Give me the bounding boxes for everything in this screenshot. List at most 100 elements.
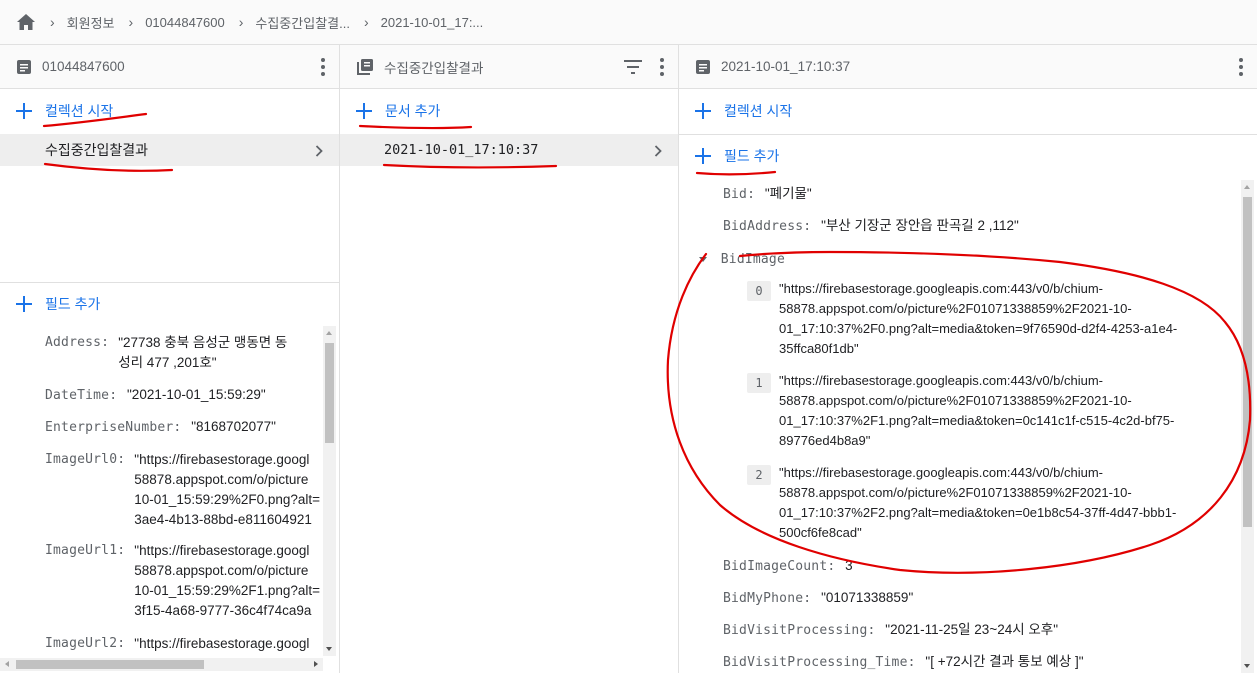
scrollbar-thumb[interactable] xyxy=(16,660,204,669)
scroll-right-arrow[interactable] xyxy=(314,661,318,667)
vertical-scrollbar[interactable] xyxy=(1241,180,1254,673)
field-row: Address: "27738 충북 음성군 맹동면 동 성리 477 ,201… xyxy=(45,333,325,373)
scrollbar-thumb[interactable] xyxy=(325,343,334,443)
field-value: "2021-10-01_15:59:29" xyxy=(127,387,266,402)
add-field-button[interactable]: 필드 추가 xyxy=(0,282,339,326)
panel-header: 수집중간입찰결과 xyxy=(340,45,678,89)
scroll-left-arrow[interactable] xyxy=(5,661,9,667)
plus-icon xyxy=(356,103,372,119)
more-options-icon[interactable] xyxy=(660,58,664,76)
field-row: ImageUrl0: "https://firebasestorage.goog… xyxy=(45,450,325,530)
panel-title: 01044847600 xyxy=(42,59,125,74)
chevron-right-icon: › xyxy=(363,14,369,30)
array-item-value: "https://firebasestorage.googleapis.com:… xyxy=(779,281,1178,356)
scroll-down-arrow[interactable] xyxy=(1244,664,1250,668)
field-key: BidMyPhone: xyxy=(723,591,812,606)
field-value: "8168702077" xyxy=(191,419,276,434)
field-key: BidVisitProcessing_Time: xyxy=(723,655,916,670)
add-document-label: 문서 추가 xyxy=(385,103,441,119)
field-value: "https://firebasestorage.googl xyxy=(134,636,310,651)
field-row: ImageUrl1: "https://firebasestorage.goog… xyxy=(45,541,325,621)
breadcrumb-item[interactable]: 회원정보 xyxy=(67,13,115,32)
start-collection-label: 컬렉션 시작 xyxy=(724,103,793,119)
field-row: DateTime: "2021-10-01_15:59:29" xyxy=(45,385,325,406)
field-key: DateTime: xyxy=(45,388,118,403)
panel-header: 01044847600 xyxy=(0,45,339,89)
field-key: EnterpriseNumber: xyxy=(45,420,182,435)
array-item-value: "https://firebasestorage.googleapis.com:… xyxy=(779,373,1175,448)
collection-item[interactable]: 수집중간입찰결과 xyxy=(0,134,339,166)
chevron-right-icon: › xyxy=(238,14,244,30)
add-field-button[interactable]: 필드 추가 xyxy=(679,134,1257,178)
collapse-triangle-icon[interactable] xyxy=(699,256,707,262)
field-key: Bid: xyxy=(723,187,756,202)
chevron-right-icon xyxy=(654,144,662,160)
add-field-label: 필드 추가 xyxy=(45,296,101,312)
start-collection-button[interactable]: 컬렉션 시작 xyxy=(0,89,339,133)
field-row: BidAddress: "부산 기장군 장안읍 판곡길 2 ,112" xyxy=(723,216,1019,237)
start-collection-button[interactable]: 컬렉션 시작 xyxy=(679,89,1257,133)
array-field-row[interactable]: BidImage xyxy=(699,249,785,270)
array-item-value: "https://firebasestorage.googleapis.com:… xyxy=(779,465,1177,540)
collection-item-label: 수집중간입찰결과 xyxy=(45,142,149,158)
scroll-up-arrow[interactable] xyxy=(1244,185,1250,189)
field-value: "부산 기장군 장안읍 판곡길 2 ,112" xyxy=(821,218,1019,233)
more-options-icon[interactable] xyxy=(321,58,325,76)
field-key: BidAddress: xyxy=(723,219,812,234)
breadcrumb-item[interactable]: 01044847600 xyxy=(145,15,225,30)
field-value: "27738 충북 음성군 맹동면 동 성리 477 ,201호" xyxy=(118,335,288,370)
field-key: BidVisitProcessing: xyxy=(723,623,876,638)
field-row: Bid: "폐기물" xyxy=(723,184,812,205)
document-icon xyxy=(16,59,32,75)
document-panel-detail: 2021-10-01_17:10:37 컬렉션 시작 필드 추가 Bid: "폐… xyxy=(679,45,1257,673)
collection-panel: 수집중간입찰결과 문서 추가 2021-10-01_17:10:37 xyxy=(340,45,679,673)
chevron-right-icon: › xyxy=(128,14,134,30)
field-key: ImageUrl2: xyxy=(45,636,126,651)
breadcrumb: › 회원정보 › 01044847600 › 수집중간입찰결... › 2021… xyxy=(0,0,1257,45)
scrollbar-thumb[interactable] xyxy=(1243,197,1252,527)
panel-header: 2021-10-01_17:10:37 xyxy=(679,45,1257,89)
filter-icon[interactable] xyxy=(624,60,642,77)
array-index-badge: 2 xyxy=(747,465,771,485)
plus-icon xyxy=(695,148,711,164)
horizontal-scrollbar[interactable] xyxy=(0,658,323,671)
document-item-label: 2021-10-01_17:10:37 xyxy=(384,142,539,158)
home-icon[interactable] xyxy=(16,13,36,31)
field-value: "폐기물" xyxy=(764,186,812,201)
document-panel-user: 01044847600 컬렉션 시작 수집중간입찰결과 필드 추가 Addres… xyxy=(0,45,340,673)
plus-icon xyxy=(695,103,711,119)
add-document-button[interactable]: 문서 추가 xyxy=(340,89,678,133)
breadcrumb-item[interactable]: 수집중간입찰결... xyxy=(255,13,350,32)
field-key: BidImage xyxy=(720,252,785,267)
scroll-down-arrow[interactable] xyxy=(326,647,332,651)
scroll-up-arrow[interactable] xyxy=(326,331,332,335)
field-row: BidImageCount: 3 xyxy=(723,556,853,577)
field-key: Address: xyxy=(45,335,110,350)
add-field-label: 필드 추가 xyxy=(724,148,780,164)
array-index-badge: 0 xyxy=(747,281,771,301)
field-key: ImageUrl0: xyxy=(45,452,126,467)
start-collection-label: 컬렉션 시작 xyxy=(45,103,114,119)
field-row: ImageUrl2: "https://firebasestorage.goog… xyxy=(45,634,325,654)
field-value: "https://firebasestorage.googl 58878.app… xyxy=(134,543,321,618)
field-value: "[ +72시간 결과 통보 예상 ]" xyxy=(925,654,1084,669)
field-key: BidImageCount: xyxy=(723,559,836,574)
document-item[interactable]: 2021-10-01_17:10:37 xyxy=(340,134,678,166)
field-key: ImageUrl1: xyxy=(45,543,126,558)
plus-icon xyxy=(16,103,32,119)
array-index-badge: 1 xyxy=(747,373,771,393)
panel-title: 2021-10-01_17:10:37 xyxy=(721,59,851,74)
breadcrumb-item[interactable]: 2021-10-01_17:... xyxy=(381,15,484,30)
field-row: BidVisitProcessing_Time: "[ +72시간 결과 통보 … xyxy=(723,652,1084,673)
document-icon xyxy=(695,59,711,75)
field-row: EnterpriseNumber: "8168702077" xyxy=(45,417,325,438)
field-value: "https://firebasestorage.googl 58878.app… xyxy=(134,452,321,527)
collection-icon xyxy=(356,58,374,76)
more-options-icon[interactable] xyxy=(1239,58,1243,76)
field-value: 3 xyxy=(845,558,853,573)
chevron-right-icon: › xyxy=(50,14,55,30)
field-row: BidMyPhone: "01071338859" xyxy=(723,588,913,609)
chevron-right-icon xyxy=(315,144,323,160)
vertical-scrollbar[interactable] xyxy=(323,326,336,656)
field-row: BidVisitProcessing: "2021-11-25일 23~24시 … xyxy=(723,620,1058,641)
